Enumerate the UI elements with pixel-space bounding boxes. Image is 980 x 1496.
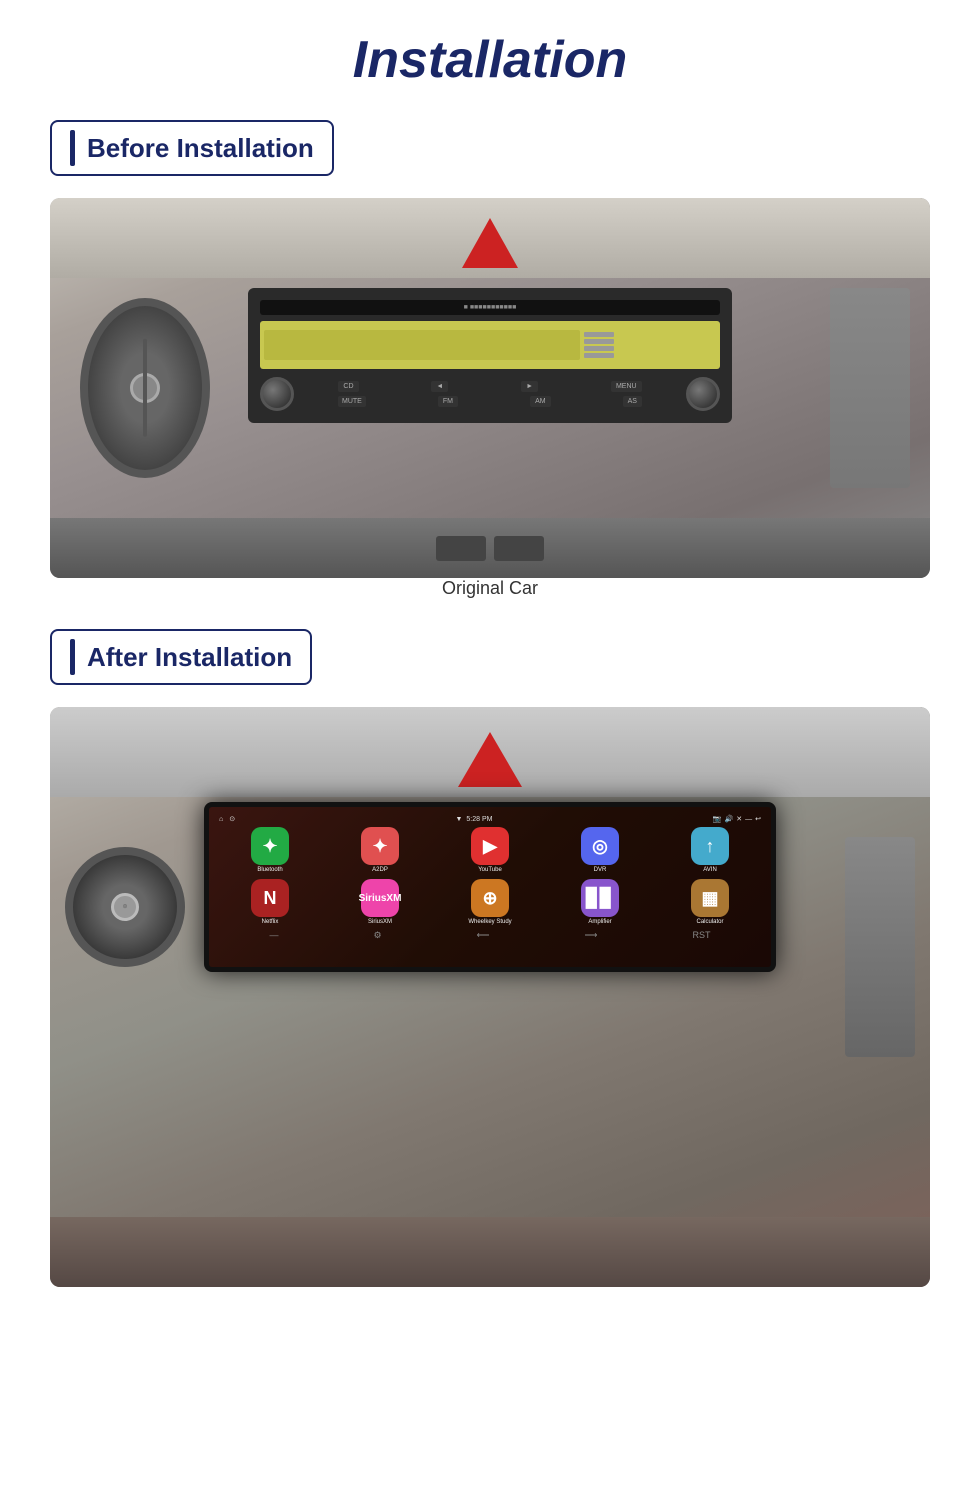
back-icon[interactable]: ↩ (755, 815, 761, 823)
radio-screen (260, 321, 720, 369)
before-caption: Original Car (50, 578, 930, 599)
calculator-icon: ▦ (691, 879, 729, 917)
home-icon[interactable]: ⌂ (219, 816, 223, 823)
car-interior-after: ⊛ ⌂ ⊙ ▼ 5:28 PM (50, 707, 930, 1287)
app-avin[interactable]: ↑ AVIN (657, 827, 763, 873)
android-head-unit: ⌂ ⊙ ▼ 5:28 PM 📷 🔊 ✕ — ↩ (204, 802, 776, 972)
radio-rew: ◄ (431, 381, 448, 392)
bottom-vents (50, 518, 930, 578)
radio-row2: MUTE FM AM AS (302, 396, 678, 407)
vent-left (436, 536, 486, 561)
hazard-triangle-after (458, 732, 522, 787)
badge-bar-after (70, 639, 75, 675)
app-netflix[interactable]: N Netflix (217, 879, 323, 925)
right-panel-after (845, 837, 915, 1057)
app-grid: ✦ Bluetooth ✦ A2DP ▶ YouTube ◎ (217, 827, 763, 925)
nav-item-2: ⚙ (374, 930, 382, 941)
steering-spoke (143, 339, 147, 437)
minimize-icon[interactable]: — (745, 816, 752, 823)
signal-icon: ▼ (455, 816, 462, 823)
amplifier-label: Amplifier (588, 919, 611, 925)
nav-item-3: ⟵ (477, 930, 490, 941)
radio-knob-right (686, 377, 720, 411)
steering-wheel (80, 298, 210, 478)
engine-label: ⊛ (114, 896, 136, 918)
radio-knob-left (260, 377, 294, 411)
radio-mute: MUTE (338, 396, 366, 407)
nav-item-4: ⟶ (585, 930, 598, 941)
radio-cd: CD (338, 381, 358, 392)
radio-am: AM (530, 396, 551, 407)
radio-row1: CD ◄ ► MENU (302, 381, 678, 392)
bluetooth-icon: ✦ (251, 827, 289, 865)
status-right: 📷 🔊 ✕ — ↩ (713, 815, 761, 823)
before-installation-badge: Before Installation (50, 120, 334, 176)
radio-top-bar: ■ ■■■■■■■■■■■ (260, 300, 720, 315)
volume-icon: 🔊 (725, 815, 734, 823)
radio-right-controls (584, 332, 614, 358)
avin-label: AVIN (703, 867, 717, 873)
center-console-before: ■ ■■■■■■■■■■■ CD (248, 288, 732, 423)
a2dp-label: A2DP (372, 867, 388, 873)
siriusxm-label: SiriusXM (368, 919, 392, 925)
nav-item-1: — (270, 930, 279, 941)
after-installation-label: After Installation (87, 642, 292, 673)
hazard-triangle-before (462, 218, 518, 268)
badge-bar-before (70, 130, 75, 166)
app-calculator[interactable]: ▦ Calculator (657, 879, 763, 925)
status-bar: ⌂ ⊙ ▼ 5:28 PM 📷 🔊 ✕ — ↩ (217, 813, 763, 827)
wheelkey-icon: ⊕ (471, 879, 509, 917)
steering-hub-after: ⊛ (111, 893, 139, 921)
app-bluetooth[interactable]: ✦ Bluetooth (217, 827, 323, 873)
radio-fwd: ► (521, 381, 538, 392)
radio-controls: CD ◄ ► MENU MUTE FM AM AS (260, 377, 720, 411)
dvr-icon: ◎ (581, 827, 619, 865)
wifi-icon: ⊙ (229, 815, 235, 823)
radio-mid: CD ◄ ► MENU MUTE FM AM AS (302, 381, 678, 407)
bottom-nav-bar: — ⚙ ⟵ ⟶ RST (217, 925, 763, 946)
app-wheelkey[interactable]: ⊕ Wheelkey Study (437, 879, 543, 925)
right-panel (830, 288, 910, 488)
a2dp-icon: ✦ (361, 827, 399, 865)
wheelkey-label: Wheelkey Study (468, 919, 511, 925)
radio-menu: MENU (611, 381, 642, 392)
app-a2dp[interactable]: ✦ A2DP (327, 827, 433, 873)
vent-right (494, 536, 544, 561)
siriusxm-icon: SiriusXM (361, 879, 399, 917)
page-title: Installation (50, 30, 930, 90)
before-photo: ■ ■■■■■■■■■■■ CD (50, 198, 930, 578)
android-screen: ⌂ ⊙ ▼ 5:28 PM 📷 🔊 ✕ — ↩ (209, 807, 771, 967)
close-icon[interactable]: ✕ (736, 815, 742, 823)
app-youtube[interactable]: ▶ YouTube (437, 827, 543, 873)
steering-wheel-after: ⊛ (65, 847, 185, 967)
app-dvr[interactable]: ◎ DVR (547, 827, 653, 873)
radio-screen-inner (264, 330, 580, 360)
avin-icon: ↑ (691, 827, 729, 865)
bluetooth-label: Bluetooth (257, 867, 282, 873)
page-container: Installation Before Installation ■ ■■■■■… (0, 0, 980, 1327)
after-photo: ⊛ ⌂ ⊙ ▼ 5:28 PM (50, 707, 930, 1287)
youtube-icon: ▶ (471, 827, 509, 865)
camera-icon: 📷 (713, 815, 722, 823)
after-installation-badge: After Installation (50, 629, 312, 685)
before-installation-label: Before Installation (87, 133, 314, 164)
netflix-label: Netflix (262, 919, 279, 925)
radio-as: AS (623, 396, 642, 407)
car-interior-before: ■ ■■■■■■■■■■■ CD (50, 198, 930, 578)
amplifier-icon: ▊▊ (581, 879, 619, 917)
radio-fm: FM (438, 396, 458, 407)
nav-item-5: RST (692, 930, 710, 941)
status-center: ▼ 5:28 PM (455, 815, 492, 823)
dvr-label: DVR (594, 867, 607, 873)
bottom-trim-after (50, 1217, 930, 1287)
youtube-label: YouTube (478, 867, 502, 873)
calculator-label: Calculator (696, 919, 723, 925)
status-left: ⌂ ⊙ (219, 815, 235, 823)
app-amplifier[interactable]: ▊▊ Amplifier (547, 879, 653, 925)
netflix-icon: N (251, 879, 289, 917)
status-time: 5:28 PM (466, 816, 492, 823)
app-siriusxm[interactable]: SiriusXM SiriusXM (327, 879, 433, 925)
